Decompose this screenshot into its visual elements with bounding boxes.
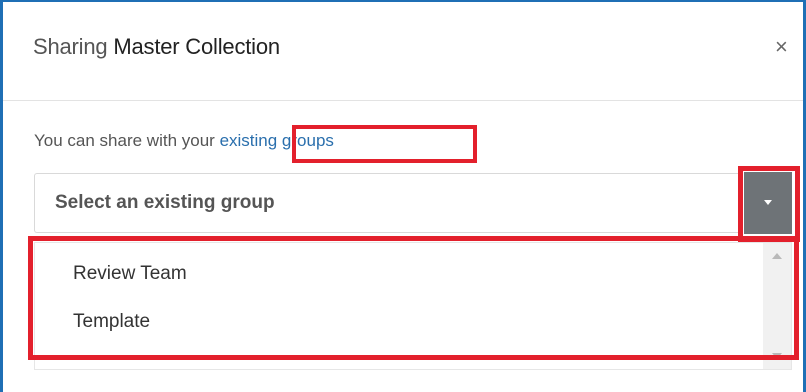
select-placeholder: Select an existing group [55, 192, 275, 213]
close-button[interactable]: × [775, 36, 788, 58]
highlight-box-toggle [738, 166, 800, 242]
dialog-title: Sharing Master Collection [33, 34, 280, 60]
highlight-box-dropdown [28, 236, 799, 360]
highlight-box-link [292, 125, 477, 163]
close-icon: × [775, 34, 788, 59]
collection-name: Master Collection [113, 34, 280, 59]
group-select[interactable]: Select an existing group [34, 173, 742, 233]
dialog-header: Sharing Master Collection × [3, 2, 803, 101]
intro-label: You can share with your [34, 131, 215, 150]
title-prefix: Sharing [33, 34, 108, 59]
intro-text: You can share with your existing groups [34, 131, 334, 151]
